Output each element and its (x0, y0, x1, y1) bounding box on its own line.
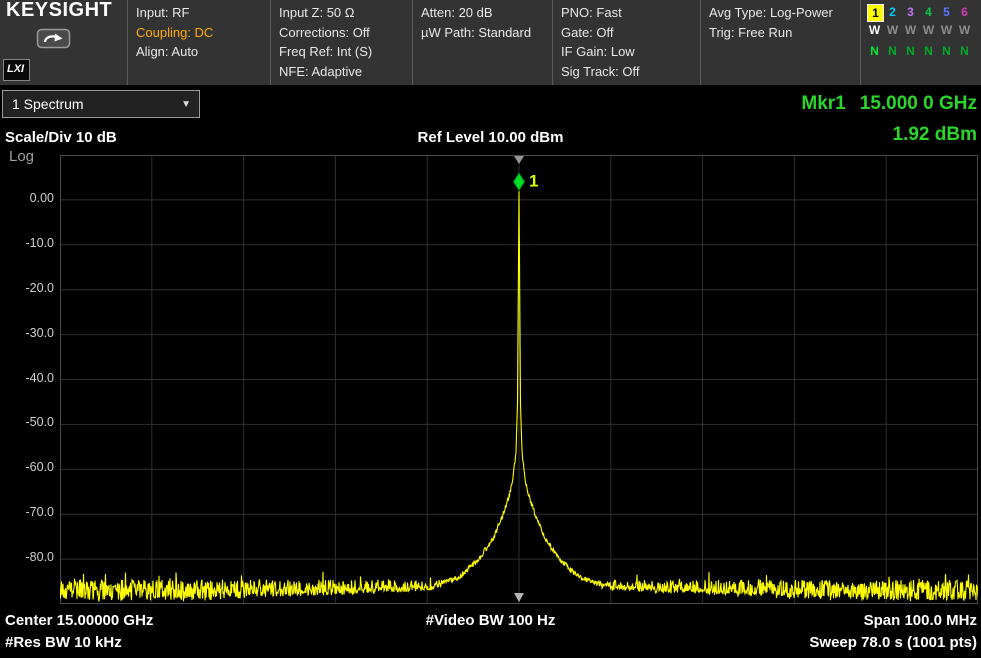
y-axis-label: -20.0 (0, 281, 54, 295)
marker-name: Mkr1 (801, 93, 845, 114)
trace-6-number-indicator[interactable]: 6 (957, 4, 972, 20)
y-axis-labels: 0.00 -10.0 -20.0 -30.0 -40.0 -50.0 -60.0 -70.0 -… (0, 155, 54, 604)
trace-5-type-indicator[interactable]: W (939, 22, 954, 38)
status-column-atten[interactable]: Atten: 20 dB µW Path: Standard (412, 0, 552, 85)
status-column-pno[interactable]: PNO: Fast Gate: Off IF Gain: Low Sig Tra… (552, 0, 700, 85)
marker-frequency-readout[interactable]: Mkr1 15.000 0 GHz (801, 93, 977, 115)
status-column-impedance[interactable]: Input Z: 50 Ω Corrections: Off Freq Ref:… (270, 0, 412, 85)
status-input-line: Input: RF (136, 3, 266, 23)
marker-top-indicator-icon (514, 156, 524, 164)
video-bw-label[interactable]: #Video BW 100 Hz (0, 612, 981, 629)
y-axis-label: -40.0 (0, 371, 54, 385)
y-axis-label: 0.00 (0, 191, 54, 205)
y-axis-label: -70.0 (0, 505, 54, 519)
trace-4-type-indicator[interactable]: W (921, 22, 936, 38)
y-axis-label: -50.0 (0, 415, 54, 429)
spectrum-analyzer-screen: KEYSIGHT LXI Input: RF Coupling: DC Alig… (0, 0, 981, 658)
marker-1-number-label: 1 (529, 171, 538, 190)
y-axis-label: -60.0 (0, 460, 54, 474)
status-freq-ref-line: Freq Ref: Int (S) (279, 42, 408, 62)
status-sig-track-line: Sig Track: Off (561, 62, 696, 82)
status-uw-path-line: µW Path: Standard (421, 23, 548, 43)
spectrum-plot-area[interactable]: 1 (60, 155, 978, 604)
trace-5-number-indicator[interactable]: 5 (939, 4, 954, 20)
sweep-label[interactable]: Sweep 78.0 s (1001 pts) (809, 634, 977, 651)
window-selector-label: 1 Spectrum (12, 96, 84, 112)
remote-display-icon (36, 27, 72, 51)
marker-1-diamond-icon (514, 173, 525, 190)
ref-level-label[interactable]: Ref Level 10.00 dBm (0, 129, 981, 146)
trace-6-detector-indicator[interactable]: N (957, 43, 972, 59)
status-corrections-line: Corrections: Off (279, 23, 408, 43)
keysight-logo: KEYSIGHT (0, 0, 127, 21)
trace-3-type-indicator[interactable]: W (903, 22, 918, 38)
window-selector-dropdown[interactable]: 1 Spectrum ▼ (2, 90, 200, 118)
trace-2-type-indicator[interactable]: W (885, 22, 900, 38)
lxi-badge: LXI (3, 59, 30, 82)
status-if-gain-line: IF Gain: Low (561, 42, 696, 62)
brand-area: KEYSIGHT LXI (0, 0, 127, 85)
trace-4-detector-indicator[interactable]: N (921, 43, 936, 59)
marker-frequency-value: 15.000 0 GHz (860, 93, 977, 114)
status-nfe-line: NFE: Adaptive (279, 62, 408, 82)
trace-6-type-indicator[interactable]: W (957, 22, 972, 38)
y-axis-label: -80.0 (0, 550, 54, 564)
status-gate-line: Gate: Off (561, 23, 696, 43)
trace-indicator-grid: 123456WWWWWWNNNNNN (867, 4, 979, 64)
y-axis-label: -30.0 (0, 326, 54, 340)
trace-indicators: 123456WWWWWWNNNNNN (860, 0, 981, 85)
spectrum-plot-svg: 1 (60, 155, 978, 604)
trace-2-detector-indicator[interactable]: N (885, 43, 900, 59)
y-axis-label: -10.0 (0, 236, 54, 250)
trace-5-detector-indicator[interactable]: N (939, 43, 954, 59)
trace-1-number-indicator[interactable]: 1 (867, 4, 884, 22)
span-label[interactable]: Span 100.0 MHz (864, 612, 977, 629)
trace-3-number-indicator[interactable]: 3 (903, 4, 918, 20)
status-input-z-line: Input Z: 50 Ω (279, 3, 408, 23)
center-frequency-indicator-icon (514, 593, 524, 602)
status-align-line: Align: Auto (136, 42, 266, 62)
status-column-input[interactable]: Input: RF Coupling: DC Align: Auto (127, 0, 270, 85)
status-column-avg[interactable]: Avg Type: Log-Power Trig: Free Run (700, 0, 860, 85)
status-coupling-line: Coupling: DC (136, 23, 266, 43)
trace-1-detector-indicator[interactable]: N (867, 43, 882, 59)
trace-1-type-indicator[interactable]: W (867, 22, 882, 38)
chevron-down-icon: ▼ (181, 91, 191, 118)
trace-3-detector-indicator[interactable]: N (903, 43, 918, 59)
status-pno-line: PNO: Fast (561, 3, 696, 23)
status-trig-line: Trig: Free Run (709, 23, 856, 43)
status-avg-type-line: Avg Type: Log-Power (709, 3, 856, 23)
trace-2-number-indicator[interactable]: 2 (885, 4, 900, 20)
status-bar: KEYSIGHT LXI Input: RF Coupling: DC Alig… (0, 0, 981, 85)
status-atten-line: Atten: 20 dB (421, 3, 548, 23)
res-bw-label[interactable]: #Res BW 10 kHz (5, 634, 122, 651)
trace-4-number-indicator[interactable]: 4 (921, 4, 936, 20)
